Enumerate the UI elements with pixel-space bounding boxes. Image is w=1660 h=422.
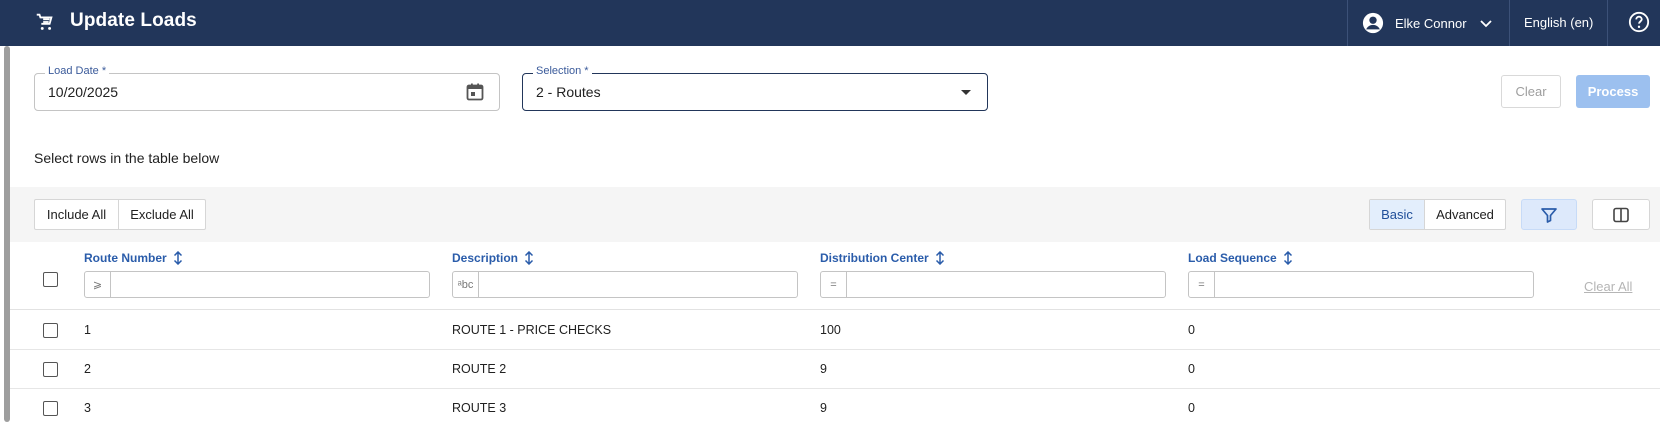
column-header-distribution-center[interactable]: Distribution Center	[820, 251, 946, 265]
selection-dropdown[interactable]: Selection * 2 - Routes	[522, 65, 988, 111]
filter-operator-icon[interactable]: =	[1189, 272, 1215, 297]
route-number-cell: 2	[84, 362, 91, 376]
route-number-filter-input[interactable]: ⩾	[84, 271, 430, 298]
column-header-route-number[interactable]: Route Number	[84, 251, 184, 265]
instruction-text: Select rows in the table below	[34, 150, 220, 166]
cart-list-icon	[36, 13, 53, 30]
columns-icon	[1613, 207, 1629, 222]
distribution-center-filter-input[interactable]: =	[820, 271, 1166, 298]
page-title: Update Loads	[70, 10, 197, 31]
column-header-load-sequence[interactable]: Load Sequence	[1188, 251, 1294, 265]
user-menu[interactable]: Elke Connor	[1362, 0, 1512, 46]
exclude-all-button[interactable]: Exclude All	[118, 200, 205, 229]
include-exclude-group: Include All Exclude All	[34, 199, 206, 230]
chevron-down-icon	[1479, 20, 1492, 28]
filter-operator-icon[interactable]: ᵃbc	[453, 272, 479, 297]
filter-button[interactable]	[1521, 199, 1577, 230]
column-header-description[interactable]: Description	[452, 251, 535, 265]
divider	[1607, 0, 1608, 46]
load-sequence-cell: 0	[1188, 362, 1195, 376]
language-selector[interactable]: English (en)	[1524, 15, 1593, 30]
route-number-cell: 3	[84, 401, 91, 415]
clear-all-filters-link[interactable]: Clear All	[1584, 279, 1632, 294]
filter-mode-toggle: Basic Advanced	[1369, 199, 1506, 230]
filter-operator-icon[interactable]: ⩾	[85, 272, 111, 297]
distribution-center-cell: 9	[820, 362, 827, 376]
sort-icon[interactable]	[523, 251, 535, 265]
distribution-center-cell: 100	[820, 323, 841, 337]
table-row[interactable]	[10, 389, 1660, 422]
include-all-button[interactable]: Include All	[35, 200, 118, 229]
sort-icon[interactable]	[934, 251, 946, 265]
advanced-mode-button[interactable]: Advanced	[1424, 200, 1505, 229]
caret-down-icon	[961, 90, 971, 95]
selection-value: 2 - Routes	[536, 84, 601, 100]
process-button[interactable]: Process	[1576, 75, 1650, 108]
row-checkbox[interactable]	[43, 323, 58, 338]
row-checkbox[interactable]	[43, 401, 58, 416]
description-cell: ROUTE 2	[452, 362, 507, 376]
clear-button[interactable]: Clear	[1501, 75, 1561, 108]
help-icon[interactable]	[1628, 11, 1650, 33]
description-cell: ROUTE 3	[452, 401, 507, 415]
filter-operator-icon[interactable]: =	[821, 272, 847, 297]
selection-label: Selection *	[533, 65, 592, 77]
divider	[1347, 0, 1348, 46]
load-sequence-cell: 0	[1188, 401, 1195, 415]
row-checkbox[interactable]	[43, 362, 58, 377]
sort-icon[interactable]	[172, 251, 184, 265]
route-number-cell: 1	[84, 323, 91, 337]
description-cell: ROUTE 1 - PRICE CHECKS	[452, 323, 612, 337]
load-date-label: Load Date *	[45, 65, 110, 77]
calendar-icon[interactable]	[465, 82, 485, 102]
load-sequence-filter-input[interactable]: =	[1188, 271, 1534, 298]
user-avatar-icon	[1362, 12, 1384, 34]
load-date-value: 10/20/2025	[48, 84, 119, 100]
sort-icon[interactable]	[1282, 251, 1294, 265]
description-filter-input[interactable]: ᵃbc	[452, 271, 798, 298]
filter-icon	[1541, 207, 1557, 223]
divider	[1509, 0, 1510, 46]
select-all-checkbox[interactable]	[43, 272, 58, 287]
distribution-center-cell: 9	[820, 401, 827, 415]
user-name: Elke Connor	[1395, 15, 1467, 31]
top-bar: Update Loads Elke Connor English (en)	[0, 0, 1660, 46]
load-sequence-cell: 0	[1188, 323, 1195, 337]
columns-button[interactable]	[1592, 199, 1650, 230]
load-date-field[interactable]: Load Date * 10/20/2025	[34, 65, 500, 111]
basic-mode-button[interactable]: Basic	[1370, 200, 1424, 229]
table-row[interactable]	[10, 350, 1660, 389]
